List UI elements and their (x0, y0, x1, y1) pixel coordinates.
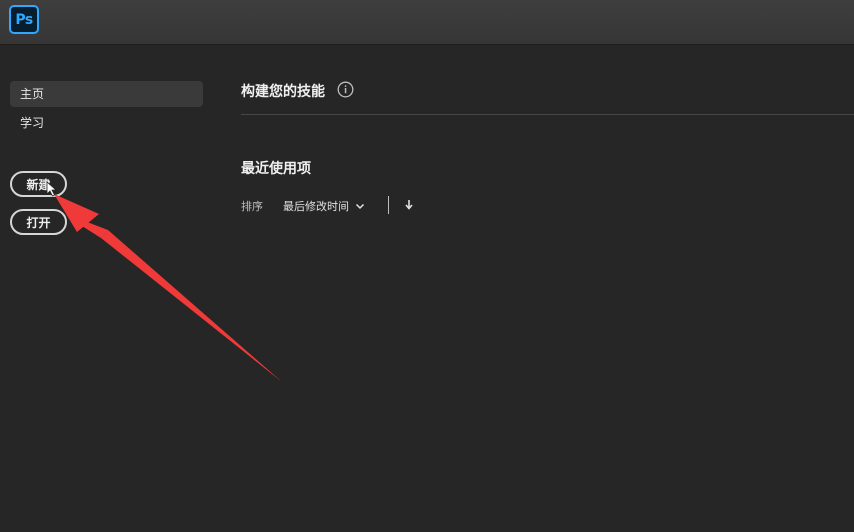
chevron-down-icon (355, 203, 365, 209)
sort-direction-down-icon[interactable] (403, 198, 415, 212)
sidebar-item-label: 主页 (20, 87, 45, 101)
section-divider (241, 114, 854, 115)
sort-selected-value: 最后修改时间 (283, 200, 349, 213)
skills-section-title: 构建您的技能 (241, 84, 325, 100)
sidebar-item-label: 学习 (20, 116, 45, 130)
ps-logo[interactable]: Ps (9, 5, 39, 34)
photoshop-home: Ps 主页 学习 新建 打开 构建您的技能 最近使用项 排序 最后修改时间 (0, 0, 854, 532)
recent-section-title: 最近使用项 (241, 161, 311, 177)
sidebar-item-learn[interactable]: 学习 (10, 110, 203, 136)
sort-label: 排序 (241, 200, 263, 213)
open-button[interactable]: 打开 (10, 209, 67, 235)
mouse-cursor-icon (46, 181, 58, 197)
sort-separator (388, 196, 389, 214)
new-button[interactable]: 新建 (10, 171, 67, 197)
sidebar-item-home[interactable]: 主页 (10, 81, 203, 107)
info-icon[interactable] (337, 81, 354, 98)
top-bar: Ps (0, 0, 854, 45)
annotation-arrow (54, 194, 282, 382)
sort-dropdown[interactable]: 最后修改时间 (283, 198, 365, 214)
